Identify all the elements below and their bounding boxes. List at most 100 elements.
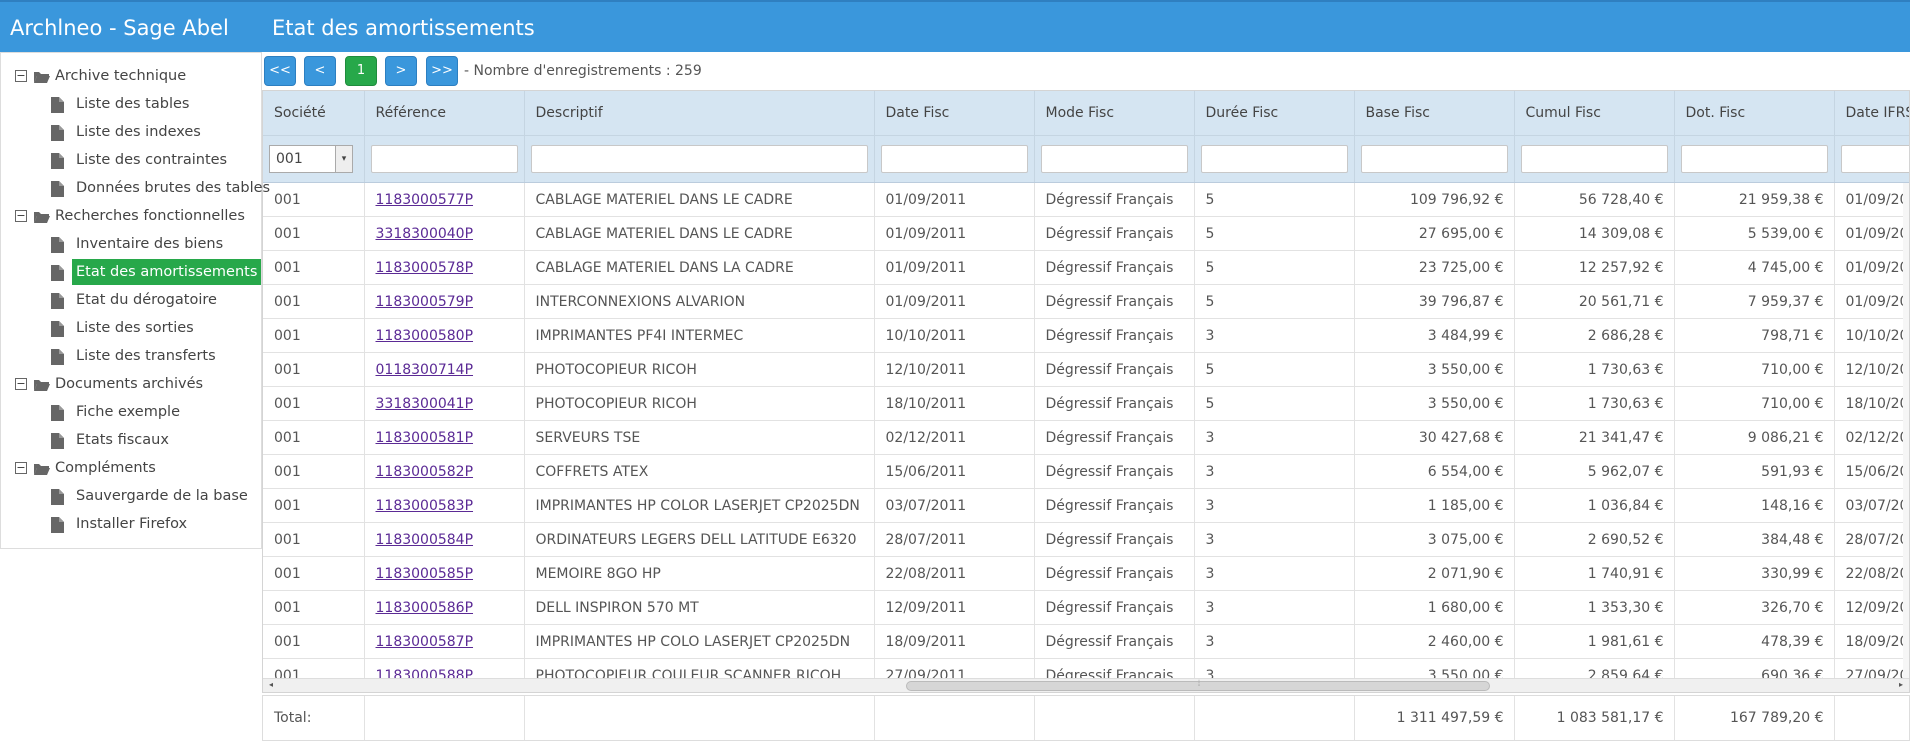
table-row[interactable]: 001 1183000588P PHOTOCOPIEUR COULEUR SCANN… (263, 658, 1909, 679)
scroll-thumb[interactable]: ⦙ (906, 679, 1490, 691)
table-cell: 15/06/2011 (874, 454, 1035, 489)
table-row[interactable]: 001 1183000586P DELL INSPIRON 570 MT 12/09/… (263, 590, 1909, 625)
scroll-left-icon[interactable]: ◂ (269, 680, 273, 689)
table-row[interactable]: 001 3318300041P PHOTOCOPIEUR RICOH 18/10/20… (263, 386, 1909, 421)
table-cell: 001 (263, 556, 365, 591)
table-row[interactable]: 001 0118300714P PHOTOCOPIEUR RICOH 12/10/20… (263, 352, 1909, 387)
reference-link[interactable]: 1183000588P (376, 668, 474, 679)
column-filter-input[interactable] (1840, 145, 1909, 173)
next-page-button[interactable]: > (385, 56, 417, 86)
table-row[interactable]: 001 1183000584P ORDINATEURS LEGERS DELL LA… (263, 522, 1909, 557)
table-cell: 39 796,87 € (1354, 284, 1515, 319)
reference-link[interactable]: 0118300714P (376, 362, 474, 378)
column-filter-input[interactable] (880, 145, 1028, 173)
last-page-button[interactable]: >> (426, 56, 458, 86)
file-icon (51, 96, 64, 113)
table-cell: 001 (263, 590, 365, 625)
table-cell: 01/09/2011 (1834, 250, 1909, 285)
reference-link[interactable]: 1183000577P (376, 192, 474, 208)
reference-link[interactable]: 1183000586P (376, 600, 474, 616)
folder-open-icon (33, 208, 51, 224)
table-row[interactable]: 001 1183000587P IMPRIMANTES HP COLO LASERJ… (263, 624, 1909, 659)
collapse-toggle-icon[interactable]: − (15, 210, 27, 222)
reference-link[interactable]: 1183000578P (376, 260, 474, 276)
collapse-toggle-icon[interactable]: − (15, 378, 27, 390)
column-header[interactable]: Mode Fisc (1034, 91, 1195, 136)
column-header[interactable]: Société (263, 91, 365, 136)
table-cell: 20 561,71 € (1514, 284, 1675, 319)
column-filter-input[interactable] (1680, 145, 1828, 173)
reference-link[interactable]: 1183000580P (376, 328, 474, 344)
chevron-down-icon[interactable]: ▾ (335, 146, 352, 172)
column-header[interactable]: Durée Fisc (1194, 91, 1355, 136)
reference-link[interactable]: 1183000585P (376, 566, 474, 582)
tree-item-label: Etat des amortissements (72, 259, 262, 285)
tree-group-label: Archive technique (55, 68, 187, 84)
column-header[interactable]: Cumul Fisc (1514, 91, 1675, 136)
column-header[interactable]: Référence (364, 91, 525, 136)
totals-row: Total: 1 311 497,59 € 1 083 581,17 € 167… (262, 695, 1910, 741)
reference-link[interactable]: 3318300040P (376, 226, 474, 242)
current-page-button[interactable]: 1 (345, 56, 377, 86)
reference-link[interactable]: 1183000581P (376, 430, 474, 446)
table-cell: 001 (263, 183, 365, 217)
first-page-button[interactable]: << (264, 56, 296, 86)
table-cell: IMPRIMANTES HP COLO LASERJET CP2025DN (524, 624, 875, 659)
table-cell: Dégressif Français (1034, 556, 1195, 591)
tree-item-label: Liste des transferts (76, 348, 216, 364)
table-row[interactable]: 001 1183000578P CABLAGE MATERIEL DANS LA C… (263, 250, 1909, 285)
table-row[interactable]: 001 1183000580P IMPRIMANTES PF4I INTERMEC 1… (263, 318, 1909, 353)
table-cell: 001 (263, 454, 365, 489)
reference-link[interactable]: 1183000579P (376, 294, 474, 310)
reference-link[interactable]: 1183000582P (376, 464, 474, 480)
table-cell: 27/09/2011 (1834, 658, 1909, 678)
column-header[interactable]: Descriptif (524, 91, 875, 136)
collapse-toggle-icon[interactable]: − (15, 462, 27, 474)
prev-page-button[interactable]: < (304, 56, 336, 86)
table-cell: 109 796,92 € (1354, 183, 1515, 217)
table-cell: 3 (1194, 318, 1355, 353)
reference-link[interactable]: 1183000584P (376, 532, 474, 548)
column-filter-input[interactable] (370, 145, 518, 173)
column-header[interactable]: Date Fisc (874, 91, 1035, 136)
table-row[interactable]: 001 3318300040P CABLAGE MATERIEL DANS LE C… (263, 216, 1909, 251)
column-header[interactable]: Base Fisc (1354, 91, 1515, 136)
reference-link[interactable]: 3318300041P (376, 396, 474, 412)
column-filter-input[interactable] (1040, 145, 1188, 173)
reference-link[interactable]: 1183000583P (376, 498, 474, 514)
column-header[interactable]: Dot. Fisc (1674, 91, 1835, 136)
societe-filter-select[interactable]: 001 ▾ (269, 145, 353, 173)
horizontal-scrollbar[interactable]: ◂ ⦙ ▸ (263, 678, 1909, 692)
file-icon (51, 236, 64, 253)
table-cell: CABLAGE MATERIEL DANS LE CADRE (524, 216, 875, 251)
table-row[interactable]: 001 1183000581P SERVEURS TSE 02/12/2011 Dégr… (263, 420, 1909, 455)
table-cell: 5 539,00 € (1674, 216, 1835, 251)
table-cell: SERVEURS TSE (524, 420, 875, 455)
table-cell: 001 (263, 250, 365, 285)
tree-item-label: Etats fiscaux (76, 432, 169, 448)
column-filter-input[interactable] (1200, 145, 1348, 173)
scroll-right-icon[interactable]: ▸ (1899, 680, 1903, 689)
column-header[interactable]: Date IFRS (1834, 91, 1909, 136)
column-filter-input[interactable] (1520, 145, 1668, 173)
vertical-scrollbar[interactable] (1903, 183, 1909, 678)
table-row[interactable]: 001 1183000583P IMPRIMANTES HP COLOR LASER… (263, 488, 1909, 523)
collapse-toggle-icon[interactable]: − (15, 70, 27, 82)
table-cell: 3 550,00 € (1354, 658, 1515, 678)
table-cell: 4 745,00 € (1674, 250, 1835, 285)
table-cell: 5 (1194, 386, 1355, 421)
table-cell: PHOTOCOPIEUR RICOH (524, 386, 875, 421)
rows-viewport[interactable]: 001 1183000577P CABLAGE MATERIEL DANS LE C… (263, 183, 1909, 679)
table-row[interactable]: 001 1183000577P CABLAGE MATERIEL DANS LE C… (263, 183, 1909, 217)
column-filter-input[interactable] (530, 145, 868, 173)
table-cell: 18/10/2011 (1834, 386, 1909, 421)
table-row[interactable]: 001 1183000579P INTERCONNEXIONS ALVARION 01… (263, 284, 1909, 319)
table-row[interactable]: 001 1183000582P COFFRETS ATEX 15/06/2011 Dég… (263, 454, 1909, 489)
page-title: Etat des amortissements (272, 16, 535, 40)
table-cell: 03/07/2011 (1834, 488, 1909, 523)
reference-link[interactable]: 1183000587P (376, 634, 474, 650)
table-cell: 7 959,37 € (1674, 284, 1835, 319)
table-cell: 01/09/2011 (1834, 284, 1909, 319)
column-filter-input[interactable] (1360, 145, 1508, 173)
table-row[interactable]: 001 1183000585P MEMOIRE 8GO HP 22/08/2011 Dé… (263, 556, 1909, 591)
